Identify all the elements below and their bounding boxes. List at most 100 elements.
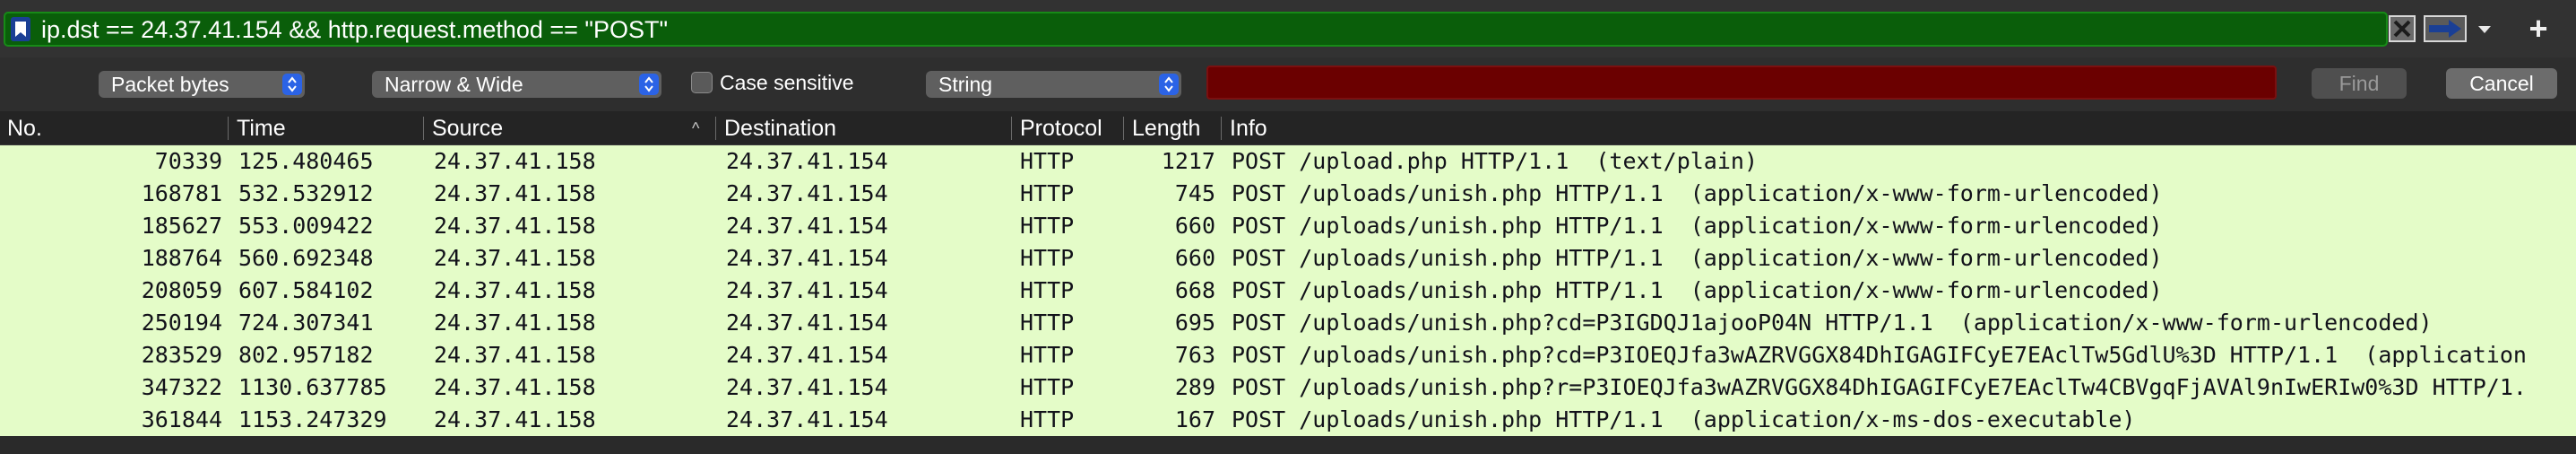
packet-info: POST /uploads/unish.php?r=P3IOEQJfa3wAZR… [1232,374,2527,400]
packet-number: 70339 [154,148,222,174]
packet-destination: 24.37.41.154 [726,342,888,368]
search-type-value: String [938,73,993,96]
packet-info: POST /uploads/unish.php?cd=P3IGDQJ1ajooP… [1232,310,2433,336]
column-header-protocol[interactable]: Protocol [1020,111,1102,145]
display-filter-text[interactable]: ip.dst == 24.37.41.154 && http.request.m… [41,16,668,43]
packet-info: POST /uploads/unish.php HTTP/1.1 (applic… [1232,406,2136,432]
packet-row[interactable]: 250194 724.307341 24.37.41.158 24.37.41.154… [0,307,2576,339]
packet-source: 24.37.41.158 [434,148,596,174]
packet-length: 668 [1174,277,1215,303]
packet-row[interactable]: 70339 125.480465 24.37.41.158 24.37.41.154 H… [0,145,2576,178]
column-divider[interactable] [423,117,424,140]
packet-number: 168781 [141,180,222,206]
updown-chevron-icon [282,74,302,95]
packet-source: 24.37.41.158 [434,310,596,336]
packet-row[interactable]: 347322 1130.637785 24.37.41.158 24.37.41.15… [0,371,2576,404]
packet-number: 208059 [141,277,222,303]
column-divider[interactable] [1011,117,1012,140]
packet-row[interactable]: 188764 560.692348 24.37.41.158 24.37.41.154… [0,242,2576,275]
search-in-value: Packet bytes [111,73,229,96]
column-header-time[interactable]: Time [237,111,286,145]
packet-length: 1217 [1161,148,1215,174]
character-width-select[interactable]: Narrow & Wide [372,71,661,98]
packet-list-header: No. Time Source ^ Destination Protocol L… [0,111,2576,145]
cancel-button[interactable]: Cancel [2446,68,2557,99]
find-search-input[interactable] [1206,65,2277,100]
packet-source: 24.37.41.158 [434,277,596,303]
packet-source: 24.37.41.158 [434,342,596,368]
find-packet-toolbar: Packet bytes Narrow & Wide Case sensitiv… [0,57,2576,111]
packet-row[interactable]: 361844 1153.247329 24.37.41.158 24.37.41.15… [0,404,2576,436]
packet-info: POST /uploads/unish.php HTTP/1.1 (applic… [1232,180,2163,206]
packet-length: 695 [1174,310,1215,336]
column-header-length[interactable]: Length [1132,111,1200,145]
packet-row[interactable]: 283529 802.957182 24.37.41.158 24.37.41.154… [0,339,2576,371]
packet-destination: 24.37.41.154 [726,245,888,271]
case-sensitive-checkbox[interactable] [691,72,713,93]
packet-time: 125.480465 [238,148,374,174]
search-type-select[interactable]: String [926,71,1181,98]
packet-row[interactable]: 168781 532.532912 24.37.41.158 24.37.41.154… [0,178,2576,210]
packet-protocol: HTTP [1020,277,1075,303]
packet-length: 167 [1174,406,1215,432]
packet-list: 70339 125.480465 24.37.41.158 24.37.41.154 H… [0,145,2576,436]
packet-protocol: HTTP [1020,180,1075,206]
packet-row[interactable]: 208059 607.584102 24.37.41.158 24.37.41.154… [0,275,2576,307]
column-divider[interactable] [715,117,716,140]
packet-time: 532.532912 [238,180,374,206]
chevron-down-icon[interactable] [2471,15,2498,42]
packet-protocol: HTTP [1020,342,1075,368]
bookmark-icon[interactable] [11,17,30,41]
packet-info: POST /uploads/unish.php HTTP/1.1 (applic… [1232,277,2163,303]
packet-destination: 24.37.41.154 [726,213,888,239]
column-header-destination[interactable]: Destination [724,111,836,145]
packet-time: 1153.247329 [238,406,387,432]
packet-length: 289 [1174,374,1215,400]
packet-time: 1130.637785 [238,374,387,400]
character-width-value: Narrow & Wide [385,73,523,96]
packet-destination: 24.37.41.154 [726,277,888,303]
packet-protocol: HTTP [1020,213,1075,239]
case-sensitive-label: Case sensitive [720,71,854,94]
packet-destination: 24.37.41.154 [726,406,888,432]
column-header-source[interactable]: Source [432,111,503,145]
column-divider[interactable] [228,117,229,140]
column-header-info[interactable]: Info [1230,111,1267,145]
packet-protocol: HTTP [1020,148,1075,174]
find-button[interactable]: Find [2312,68,2407,99]
packet-destination: 24.37.41.154 [726,374,888,400]
packet-destination: 24.37.41.154 [726,180,888,206]
column-header-no[interactable]: No. [7,111,42,145]
packet-time: 560.692348 [238,245,374,271]
packet-number: 361844 [141,406,222,432]
packet-number: 188764 [141,245,222,271]
packet-protocol: HTTP [1020,245,1075,271]
packet-time: 724.307341 [238,310,374,336]
display-filter-input[interactable]: ip.dst == 24.37.41.154 && http.request.m… [4,12,2388,47]
clear-x-icon[interactable] [2389,15,2416,42]
packet-number: 347322 [141,374,222,400]
packet-time: 553.009422 [238,213,374,239]
packet-number: 283529 [141,342,222,368]
column-divider[interactable] [1221,117,1222,140]
packet-info: POST /uploads/unish.php HTTP/1.1 (applic… [1232,245,2163,271]
packet-protocol: HTTP [1020,406,1075,432]
search-in-select[interactable]: Packet bytes [99,71,305,98]
packet-protocol: HTTP [1020,310,1075,336]
packet-number: 185627 [141,213,222,239]
packet-destination: 24.37.41.154 [726,148,888,174]
arrow-right-icon[interactable] [2424,15,2467,42]
packet-row[interactable]: 185627 553.009422 24.37.41.158 24.37.41.154… [0,210,2576,242]
packet-info: POST /uploads/unish.php HTTP/1.1 (applic… [1232,213,2163,239]
packet-length: 660 [1174,245,1215,271]
column-divider[interactable] [1123,117,1124,140]
packet-time: 802.957182 [238,342,374,368]
packet-source: 24.37.41.158 [434,245,596,271]
updown-chevron-icon [1159,74,1179,95]
packet-source: 24.37.41.158 [434,180,596,206]
packet-info: POST /uploads/unish.php?cd=P3IOEQJfa3wAZ… [1232,342,2527,368]
packet-source: 24.37.41.158 [434,213,596,239]
packet-number: 250194 [141,310,222,336]
packet-source: 24.37.41.158 [434,374,596,400]
plus-icon[interactable]: + [2520,12,2556,46]
